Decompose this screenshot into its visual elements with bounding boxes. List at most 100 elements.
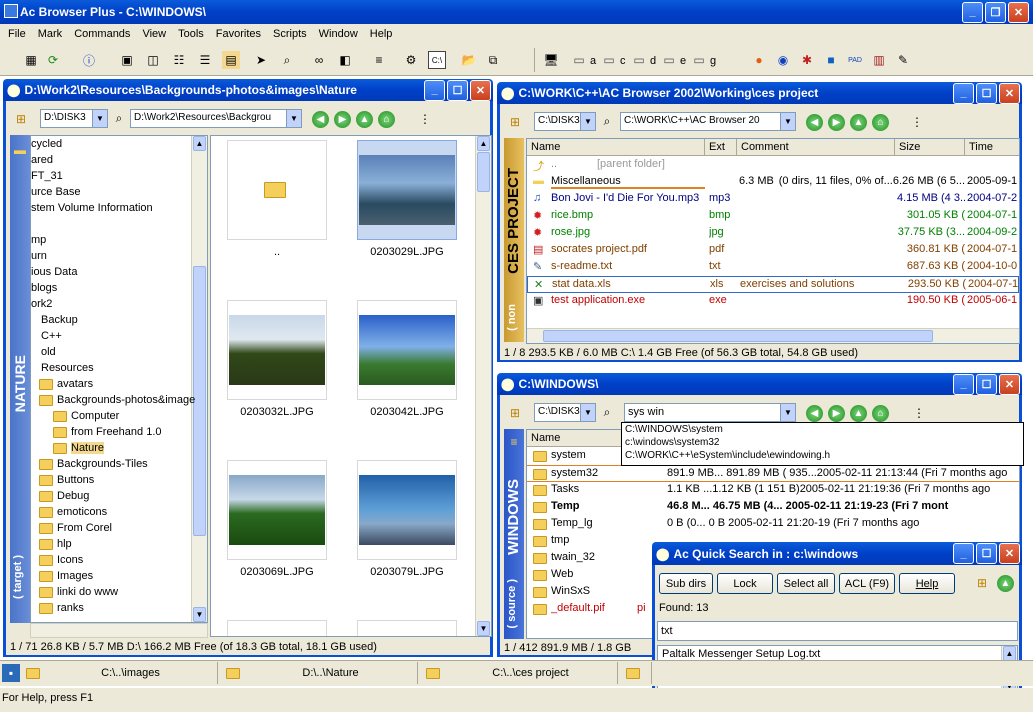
- rb-maximize-button[interactable]: ☐: [976, 373, 997, 395]
- drive-icon[interactable]: ▭: [570, 51, 588, 69]
- maximize-button[interactable]: ❐: [985, 1, 1006, 23]
- drive-icon[interactable]: ▭: [690, 51, 708, 69]
- thumbs-scroll-thumb[interactable]: [477, 152, 490, 192]
- rt-close-button[interactable]: ✕: [999, 82, 1020, 104]
- panel-icon[interactable]: ◧: [336, 51, 354, 69]
- file-row[interactable]: ⤴.. [parent folder]: [527, 157, 1019, 174]
- tree-item[interactable]: Backgrounds-photos&image: [39, 392, 195, 408]
- thumbs-scrollbar[interactable]: ▲ ▼: [475, 136, 491, 636]
- view-thumbs-icon[interactable]: ▣: [118, 51, 136, 69]
- binoculars-icon[interactable]: ∞: [310, 51, 328, 69]
- qs-maximize-button[interactable]: ☐: [976, 543, 997, 564]
- path-suggestion[interactable]: c:\windows\system32: [625, 437, 1020, 450]
- thumbnail[interactable]: [357, 460, 457, 560]
- left-browse-icon[interactable]: ⌕: [110, 109, 128, 127]
- copy-icon[interactable]: ⧉: [484, 51, 502, 69]
- thumbnail[interactable]: [227, 620, 327, 636]
- tree-item[interactable]: urn: [31, 248, 47, 264]
- rt-maximize-button[interactable]: ☐: [976, 82, 997, 104]
- network-icon[interactable]: ⚙: [402, 51, 420, 69]
- refresh-icon[interactable]: ⟳: [44, 51, 62, 69]
- drive-icon[interactable]: ▭: [600, 51, 618, 69]
- tree-item[interactable]: ious Data: [31, 264, 77, 280]
- tree-scrollbar[interactable]: ▲ ▼: [191, 136, 207, 622]
- menu-favorites[interactable]: Favorites: [210, 28, 267, 40]
- tree-item[interactable]: ared: [31, 152, 53, 168]
- tree-item[interactable]: mp: [31, 232, 46, 248]
- tree-item[interactable]: cycled: [31, 136, 62, 152]
- view-details-icon[interactable]: ☰: [196, 51, 214, 69]
- tree-item[interactable]: Icons: [39, 552, 83, 568]
- qs-close-button[interactable]: ✕: [999, 543, 1020, 564]
- folder-row[interactable]: system32 891.9 MB... 891.89 MB ( 935...20…: [527, 465, 1019, 482]
- qs-scroll-up[interactable]: ▲: [1003, 646, 1016, 661]
- thumbnail[interactable]: [227, 300, 327, 400]
- rb-drive-select[interactable]: C:\DISK3 ▼: [534, 403, 596, 422]
- thumbs-scroll-up[interactable]: ▲: [477, 136, 490, 151]
- col-size[interactable]: Size: [895, 139, 965, 156]
- thumbnail[interactable]: [357, 620, 457, 636]
- tree-item[interactable]: Buttons: [39, 472, 94, 488]
- tree-item[interactable]: avatars: [39, 376, 93, 392]
- qs-button-lock[interactable]: Lock: [717, 573, 773, 594]
- menu-tools[interactable]: Tools: [172, 28, 210, 40]
- file-row[interactable]: ✹ rice.bmp bmp 301.05 KB (2004-07-1: [527, 208, 1019, 225]
- drive-label[interactable]: e: [680, 55, 686, 67]
- tab[interactable]: D:\..\Nature: [222, 662, 418, 684]
- rb-close-button[interactable]: ✕: [999, 373, 1020, 395]
- left-minimize-button[interactable]: _: [424, 79, 445, 101]
- menu-commands[interactable]: Commands: [68, 28, 136, 40]
- tree-toggle-icon[interactable]: ⊞: [12, 110, 30, 128]
- view-grid-icon[interactable]: ▤: [222, 51, 240, 69]
- notepad-icon[interactable]: ✎: [894, 51, 912, 69]
- tree-item[interactable]: C++: [41, 328, 62, 344]
- qs-minimize-button[interactable]: _: [953, 543, 974, 564]
- drive-icon[interactable]: ▭: [660, 51, 678, 69]
- file-row[interactable]: ✕ stat data.xls xls exercises and solutions…: [527, 276, 1019, 293]
- drive-label[interactable]: d: [650, 55, 656, 67]
- drive-label[interactable]: g: [710, 55, 716, 67]
- up-icon[interactable]: ▲: [356, 111, 373, 128]
- rt-hscrollbar[interactable]: [527, 328, 1019, 343]
- thumbnail[interactable]: [227, 140, 327, 240]
- tree-item[interactable]: hlp: [39, 536, 72, 552]
- tree-item[interactable]: FT_31: [31, 168, 63, 184]
- pad-gen-icon[interactable]: PAD: [846, 51, 864, 69]
- menu-scripts[interactable]: Scripts: [267, 28, 313, 40]
- file-row[interactable]: ♫ Bon Jovi - I'd Die For You.mp3 mp3 4.15 M…: [527, 191, 1019, 208]
- app-icon-4[interactable]: ■: [822, 51, 840, 69]
- tree-item[interactable]: Backgrounds-Tiles: [39, 456, 148, 472]
- tree-item[interactable]: Computer: [53, 408, 119, 424]
- home-icon[interactable]: ▦: [22, 51, 40, 69]
- left-path-input[interactable]: D:\Work2\Resources\Backgrou ▼: [130, 109, 302, 128]
- file-row[interactable]: ✹ rose.jpg jpg 37.75 KB (3... 2004-09-2: [527, 225, 1019, 242]
- thumbnail[interactable]: [227, 460, 327, 560]
- left-maximize-button[interactable]: ☐: [447, 79, 468, 101]
- rb-options-icon[interactable]: ⋮: [910, 404, 928, 422]
- qs-query-input[interactable]: txt: [657, 621, 1018, 641]
- forward-icon[interactable]: ▶: [334, 111, 351, 128]
- tree-item[interactable]: blogs: [31, 280, 57, 296]
- qs-button-select-all[interactable]: Select all: [777, 573, 835, 594]
- computer-icon[interactable]: 🖥: [542, 51, 560, 69]
- rt-root-icon[interactable]: ⌂: [872, 114, 889, 131]
- menu-file[interactable]: File: [2, 28, 32, 40]
- left-options-icon[interactable]: ⋮: [416, 110, 434, 128]
- scroll-down[interactable]: ▼: [193, 607, 206, 622]
- menu-window[interactable]: Window: [313, 28, 364, 40]
- qs-button-sub-dirs[interactable]: Sub dirs: [659, 573, 713, 594]
- qs-tree-icon[interactable]: ⊞: [973, 574, 991, 592]
- rb-tree-toggle-icon[interactable]: ⊞: [506, 404, 524, 422]
- rt-drive-select[interactable]: C:\DISK3 ▼: [534, 112, 596, 131]
- tree-item[interactable]: Images: [39, 568, 93, 584]
- folder-row[interactable]: Temp 46.8 M... 46.75 MB (4... 2005-02-11 …: [527, 499, 1019, 516]
- rt-up-icon[interactable]: ▲: [850, 114, 867, 131]
- menu-mark[interactable]: Mark: [32, 28, 68, 40]
- folder-row[interactable]: Temp_lg 0 B (0... 0 B 2005-02-11 21:20-19…: [527, 516, 1019, 533]
- open-folder-icon[interactable]: 📂: [460, 51, 478, 69]
- file-row[interactable]: ▣ test application.exe exe 190.50 KB (2005-…: [527, 293, 1019, 310]
- thumbs-scroll-down[interactable]: ▼: [477, 621, 490, 636]
- rb-minimize-button[interactable]: _: [953, 373, 974, 395]
- qs-go-icon[interactable]: ▲: [997, 575, 1014, 592]
- tree-item[interactable]: urce Base: [31, 184, 81, 200]
